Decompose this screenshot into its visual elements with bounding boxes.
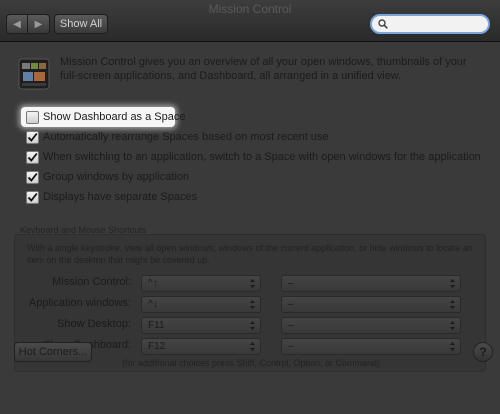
chevron-left-icon: ◀ [13, 18, 21, 30]
intro-text: Mission Control gives you an overview of… [60, 56, 467, 82]
checkmark-icon [27, 132, 38, 142]
back-button[interactable]: ◀ [6, 14, 28, 34]
application-windows-key-popup[interactable]: ^↓ [141, 296, 261, 313]
nav-buttons: ◀ ▶ [6, 14, 50, 34]
option-show-dashboard-as-space[interactable]: Show Dashboard as a Space [26, 109, 185, 125]
popup-value: ^↑ [148, 278, 158, 289]
chevron-right-icon: ▶ [34, 18, 43, 30]
popup-value: – [288, 299, 294, 310]
popup-value: F12 [148, 341, 166, 352]
help-button[interactable]: ? [473, 342, 493, 362]
show-desktop-mouse-popup[interactable]: – [281, 317, 461, 334]
popup-value: ^↓ [148, 299, 158, 310]
forward-button[interactable]: ▶ [28, 14, 50, 34]
updown-arrows-icon [450, 342, 455, 351]
application-windows-mouse-popup[interactable]: – [281, 296, 461, 313]
checkbox[interactable] [26, 170, 39, 184]
option-label: Group windows by application [43, 171, 190, 183]
shortcut-label: Mission Control: [52, 276, 131, 288]
option-label: Show Dashboard as a Space [43, 111, 186, 123]
option-label: Displays have separate Spaces [43, 191, 198, 203]
updown-arrows-icon [450, 300, 455, 309]
updown-arrows-icon [250, 321, 255, 330]
show-dashboard-mouse-popup[interactable]: – [281, 338, 461, 355]
checkbox[interactable] [26, 130, 39, 144]
checkbox[interactable] [26, 150, 39, 164]
popup-value: – [288, 341, 294, 352]
popup-value: – [288, 278, 294, 289]
updown-arrows-icon [250, 300, 255, 309]
mission-control-key-popup[interactable]: ^↑ [141, 275, 261, 292]
search-field[interactable] [370, 14, 490, 34]
checkmark-icon [27, 192, 38, 202]
option-group-windows[interactable]: Group windows by application [26, 169, 189, 185]
popup-value: F11 [148, 320, 165, 331]
title-bar: Mission Control ◀ ▶ Show All [0, 0, 500, 42]
option-switch-to-space[interactable]: When switching to an application, switch… [26, 149, 481, 165]
updown-arrows-icon [450, 279, 455, 288]
updown-arrows-icon [250, 342, 255, 351]
shortcuts-description: With a single keystroke, view all open w… [27, 243, 473, 265]
magnifier-icon [378, 19, 388, 29]
updown-arrows-icon [450, 321, 455, 330]
show-desktop-key-popup[interactable]: F11 [141, 317, 261, 334]
popup-value: – [288, 320, 294, 331]
shortcut-label: Application windows: [28, 297, 131, 309]
option-auto-rearrange-spaces[interactable]: Automatically rearrange Spaces based on … [26, 129, 329, 145]
show-all-button[interactable]: Show All [54, 14, 108, 34]
checkbox[interactable] [26, 190, 39, 204]
updown-arrows-icon [250, 279, 255, 288]
option-label: When switching to an application, switch… [43, 151, 481, 163]
option-separate-spaces[interactable]: Displays have separate Spaces [26, 189, 197, 205]
mission-control-icon [18, 58, 50, 90]
mission-control-mouse-popup[interactable]: – [281, 275, 461, 292]
option-label: Automatically rearrange Spaces based on … [43, 131, 329, 143]
hot-corners-button[interactable]: Hot Corners... [14, 342, 92, 362]
checkmark-icon [27, 152, 38, 162]
checkmark-icon [27, 172, 38, 182]
checkbox[interactable] [26, 110, 39, 124]
shortcut-label: Show Desktop: [57, 318, 131, 330]
show-dashboard-key-popup[interactable]: F12 [141, 338, 261, 355]
